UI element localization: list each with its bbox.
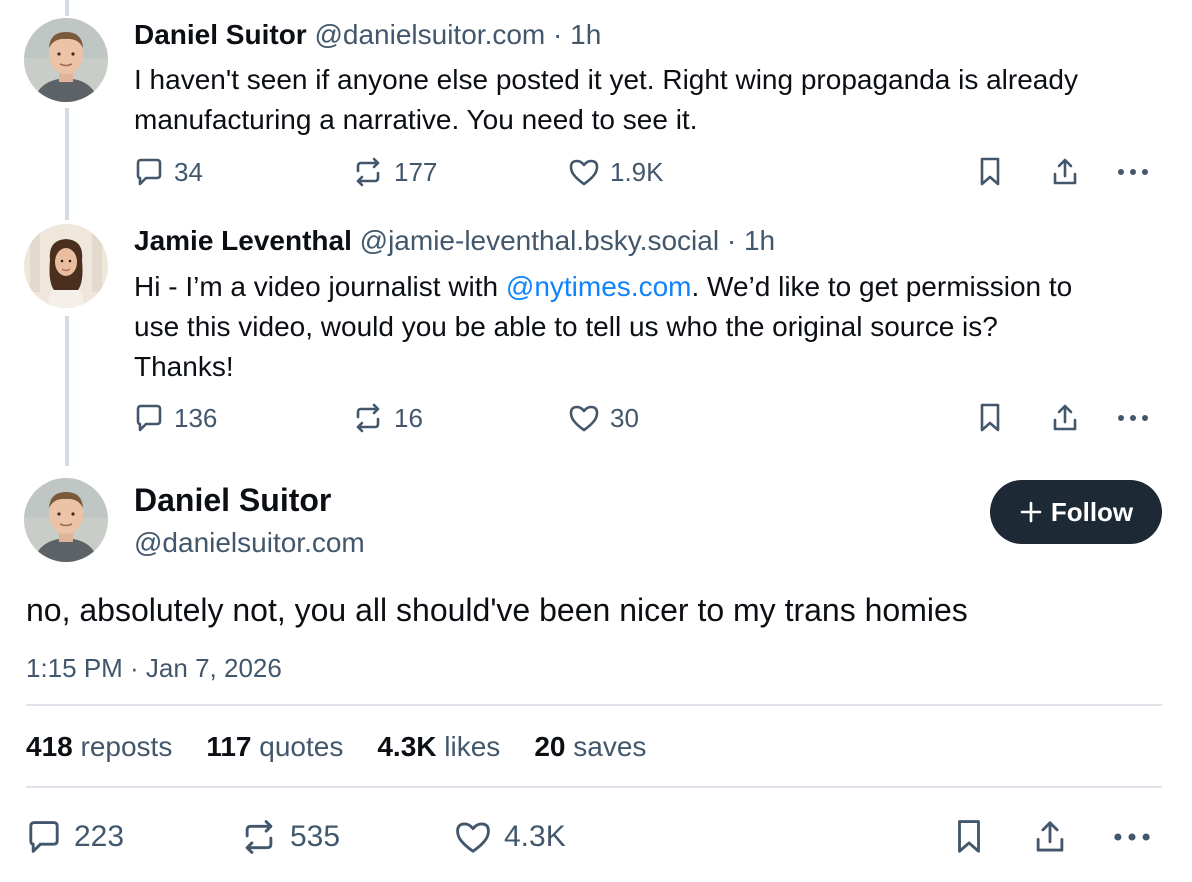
post-actions: 136 16 30: [134, 398, 1164, 438]
share-button[interactable]: [1050, 152, 1080, 192]
like-button[interactable]: 4.3K: [454, 814, 566, 860]
repost-icon: [245, 820, 273, 854]
quotes-stat[interactable]: 117 quotes: [206, 728, 343, 766]
share-icon: [1053, 158, 1077, 185]
saves-label: saves: [573, 731, 647, 762]
post-header: Jamie Leventhal @jamie-leventhal.bsky.so…: [134, 224, 775, 258]
like-count: 4.3K: [504, 820, 566, 853]
repost-icon: [356, 157, 380, 187]
reply-icon: [136, 404, 162, 432]
divider: [26, 704, 1162, 706]
reply-icon: [136, 158, 162, 186]
like-count: 1.9K: [610, 156, 664, 187]
saves-count: 20: [534, 731, 566, 762]
more-button[interactable]: [1112, 814, 1152, 860]
post-header: Daniel Suitor @danielsuitor.com · 1h: [134, 18, 601, 52]
repost-count: 177: [394, 156, 438, 187]
like-button[interactable]: 1.9K: [568, 152, 664, 192]
quotes-label: quotes: [259, 731, 344, 762]
share-icon: [1036, 821, 1064, 852]
plus-icon: [1020, 501, 1042, 523]
repost-button[interactable]: 535: [240, 814, 340, 860]
quotes-count: 117: [206, 731, 252, 762]
share-button[interactable]: [1050, 398, 1080, 438]
avatar[interactable]: [24, 18, 108, 102]
more-icon: [1118, 169, 1148, 175]
post-time[interactable]: 1h: [744, 225, 775, 256]
repost-count: 16: [394, 402, 423, 433]
like-count: 30: [610, 402, 639, 433]
reply-icon: [29, 821, 59, 853]
more-icon: [1118, 415, 1148, 421]
share-icon: [1053, 404, 1077, 431]
mention-link[interactable]: @nytimes.com: [506, 271, 692, 302]
more-button[interactable]: [1116, 152, 1150, 192]
main-author-handle[interactable]: @danielsuitor.com: [134, 525, 365, 561]
like-icon: [456, 822, 490, 853]
bookmark-icon: [980, 403, 1000, 432]
bookmark-icon: [980, 157, 1000, 186]
like-icon: [569, 159, 599, 186]
separator: ·: [545, 19, 571, 50]
divider: [26, 786, 1162, 788]
post-text: I haven't seen if anyone else posted it …: [134, 64, 1078, 135]
author-name[interactable]: Daniel Suitor: [134, 19, 307, 50]
repost-button[interactable]: 16: [352, 398, 423, 438]
share-button[interactable]: [1032, 814, 1068, 860]
main-author-name[interactable]: Daniel Suitor: [134, 480, 331, 520]
author-handle[interactable]: @jamie-leventhal.bsky.social: [360, 225, 719, 256]
reply-button[interactable]: 223: [26, 814, 124, 860]
post-time[interactable]: 1h: [570, 19, 601, 50]
reply-button[interactable]: 34: [134, 152, 203, 192]
author-name[interactable]: Jamie Leventhal: [134, 225, 352, 256]
thread-line: [65, 108, 69, 220]
avatar[interactable]: [24, 478, 108, 562]
engagement-stats: 418 reposts 117 quotes 4.3K likes 20 sav…: [26, 728, 646, 766]
post-text-part: Hi - I’m a video journalist with: [134, 271, 506, 302]
reply-count: 34: [174, 156, 203, 187]
reposts-count: 418: [26, 731, 73, 762]
bookmark-button[interactable]: [976, 152, 1004, 192]
thread-line: [65, 0, 69, 16]
post-timestamp[interactable]: 1:15 PM · Jan 7, 2026: [26, 650, 282, 686]
like-button[interactable]: 30: [568, 398, 639, 438]
likes-label: likes: [444, 731, 501, 762]
author-handle[interactable]: @danielsuitor.com: [314, 19, 545, 50]
reposts-label: reposts: [80, 731, 173, 762]
bookmark-icon: [958, 820, 980, 853]
repost-icon: [356, 403, 380, 433]
reply-count: 223: [74, 820, 125, 853]
more-icon: [1114, 833, 1150, 841]
main-post-actions: 223 535 4.3K: [26, 814, 1166, 860]
likes-stat[interactable]: 4.3K likes: [377, 728, 500, 766]
bookmark-button[interactable]: [976, 398, 1004, 438]
separator: ·: [719, 225, 744, 256]
repost-button[interactable]: 177: [352, 152, 437, 192]
avatar[interactable]: [24, 224, 108, 308]
repost-count: 535: [290, 820, 341, 853]
post-text: Hi - I’m a video journalist with @nytime…: [134, 267, 1074, 387]
post-actions: 34 177 1.9K: [134, 152, 1164, 192]
follow-button[interactable]: Follow: [990, 480, 1162, 544]
reply-button[interactable]: 136: [134, 398, 217, 438]
like-icon: [569, 405, 599, 432]
reply-count: 136: [174, 402, 218, 433]
reposts-stat[interactable]: 418 reposts: [26, 728, 172, 766]
saves-stat[interactable]: 20 saves: [534, 728, 646, 766]
follow-label: Follow: [1050, 496, 1134, 527]
likes-count: 4.3K: [377, 731, 437, 762]
thread-line: [65, 316, 69, 466]
main-post-text: no, absolutely not, you all should've be…: [26, 592, 968, 628]
more-button[interactable]: [1116, 398, 1150, 438]
bookmark-button[interactable]: [952, 814, 986, 860]
